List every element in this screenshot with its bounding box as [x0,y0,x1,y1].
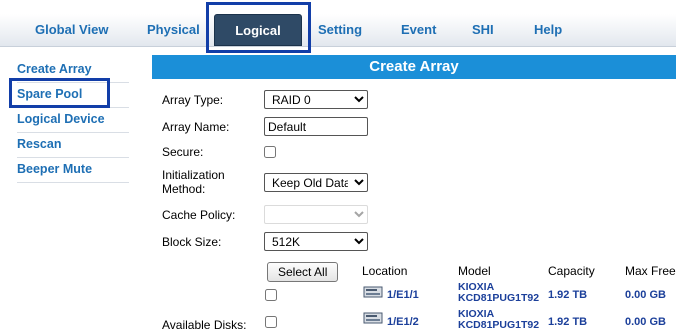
sidebar-item-create-array[interactable]: Create Array [17,58,129,83]
col-capacity: Capacity [548,264,595,278]
select-all-button[interactable]: Select All [267,262,339,282]
available-disks-label: Available Disks: [162,318,247,332]
secure-label: Secure: [162,145,204,159]
init-method-select[interactable]: Keep Old Data [264,173,368,192]
tab-setting[interactable]: Setting [318,14,362,46]
disk-model-number: KCD81PUG1T92 [458,292,540,304]
disk-max-free: 0.00 GB [625,289,666,301]
block-size-select[interactable]: 512K [264,232,368,251]
cache-policy-label: Cache Policy: [162,208,236,222]
tab-help[interactable]: Help [534,14,562,46]
disk-capacity: 1.92 TB [548,289,588,301]
tab-event[interactable]: Event [401,14,436,46]
block-size-label: Block Size: [162,235,222,249]
init-label-line1: Initialization [162,168,225,182]
tab-physical[interactable]: Physical [147,14,200,46]
sidebar-item-rescan[interactable]: Rescan [17,133,129,158]
top-nav: Global View Physical Logical Setting Eve… [0,0,676,54]
sidebar-item-logical-device[interactable]: Logical Device [17,108,129,133]
disk-model-number: KCD81PUG1T92 [458,319,540,331]
sidebar-item-spare-pool[interactable]: Spare Pool [17,83,129,108]
col-max-free: Max Free [625,264,676,278]
array-name-label: Array Name: [162,120,230,134]
tab-shi[interactable]: SHI [472,14,494,46]
array-type-label: Array Type: [162,93,224,107]
disk-checkbox[interactable] [265,289,277,301]
panel-title: Create Array [152,55,676,79]
col-model: Model [458,264,491,278]
sidebar-item-beeper-mute[interactable]: Beeper Mute [17,158,129,183]
disk-max-free: 0.00 GB [625,316,666,328]
array-type-select[interactable]: RAID 0 [264,90,368,109]
secure-checkbox[interactable] [264,146,276,158]
hard-drive-icon [363,312,383,324]
disk-location: 1/E1/1 [387,289,419,301]
disk-model: KIOXIA KCD81PUG1T92 [458,309,539,331]
array-name-input[interactable] [264,117,368,136]
disk-checkbox[interactable] [265,316,277,328]
disk-model: KIOXIA KCD81PUG1T92 [458,282,539,304]
sidebar: Create Array Spare Pool Logical Device R… [17,58,129,183]
cache-policy-select[interactable] [264,205,368,224]
init-method-label: Initialization Method: [162,168,225,196]
col-location: Location [362,264,408,278]
tab-global-view[interactable]: Global View [35,14,108,46]
init-label-line2: Method: [162,182,206,196]
disk-capacity: 1.92 TB [548,316,588,328]
hard-drive-icon [363,286,383,298]
disk-location: 1/E1/2 [387,316,419,328]
tab-logical[interactable]: Logical [214,14,302,46]
